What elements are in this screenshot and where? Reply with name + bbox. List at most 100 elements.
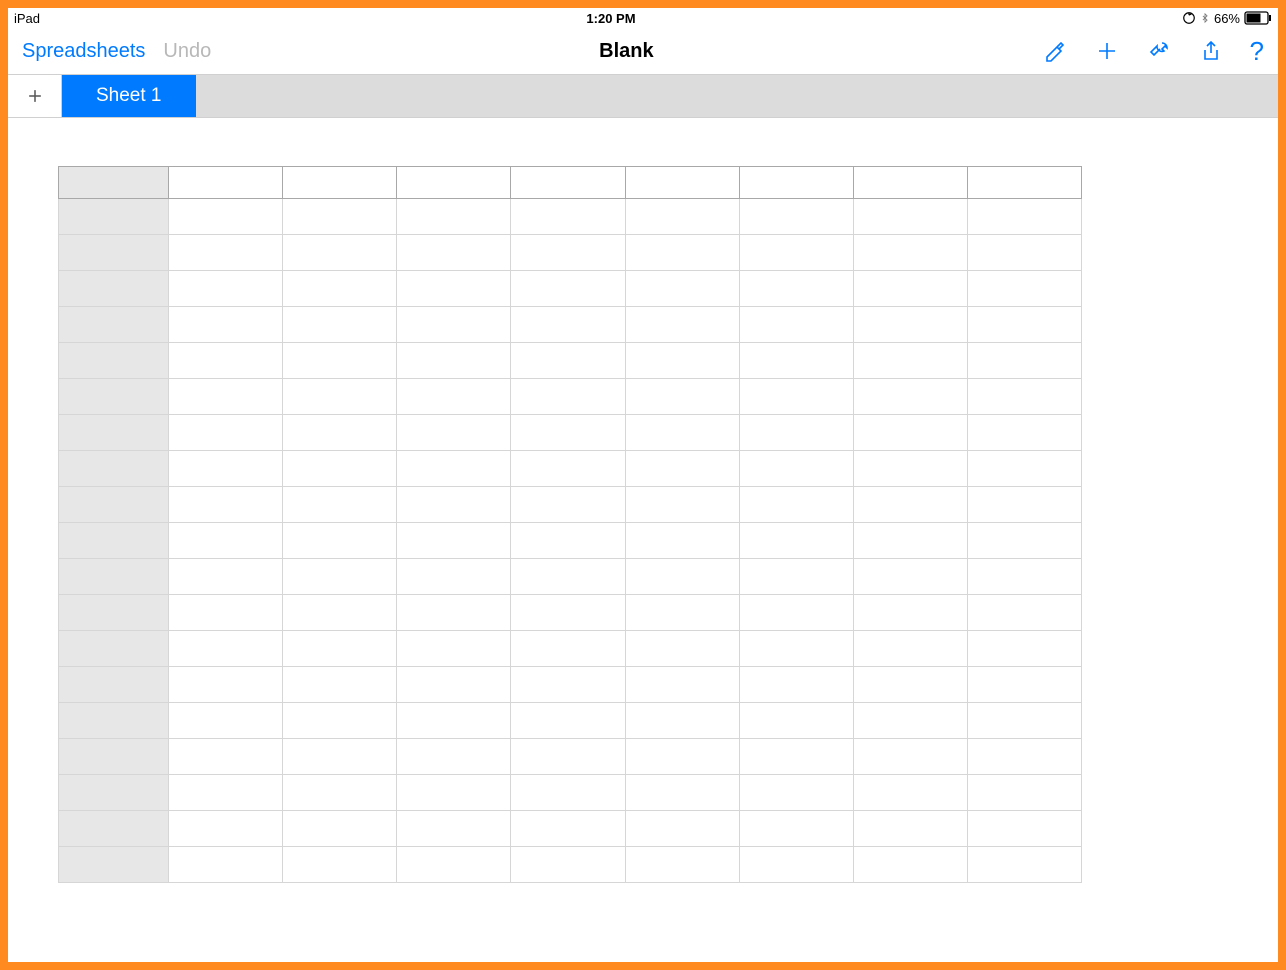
grid-cell[interactable] [283, 343, 397, 379]
grid-cell[interactable] [625, 307, 739, 343]
grid-cell[interactable] [853, 379, 967, 415]
add-sheet-button[interactable] [8, 75, 62, 117]
grid-cell[interactable] [283, 235, 397, 271]
grid-cell[interactable] [625, 235, 739, 271]
grid-cell[interactable] [283, 487, 397, 523]
grid-cell[interactable] [739, 199, 853, 235]
grid-cell[interactable] [283, 775, 397, 811]
grid-cell[interactable] [739, 703, 853, 739]
grid-cell[interactable] [397, 595, 511, 631]
grid-cell[interactable] [169, 775, 283, 811]
grid-cell[interactable] [397, 667, 511, 703]
grid-cell[interactable] [397, 307, 511, 343]
grid-cell[interactable] [967, 703, 1081, 739]
grid-cell[interactable] [625, 451, 739, 487]
grid-cell[interactable] [169, 703, 283, 739]
spreadsheet-canvas[interactable] [8, 118, 1278, 962]
grid-cell[interactable] [397, 235, 511, 271]
column-header-cell[interactable] [169, 167, 283, 199]
grid-cell[interactable] [967, 487, 1081, 523]
row-header-cell[interactable] [59, 811, 169, 847]
grid-cell[interactable] [397, 199, 511, 235]
grid-cell[interactable] [853, 343, 967, 379]
grid-cell[interactable] [283, 631, 397, 667]
grid-cell[interactable] [511, 631, 625, 667]
grid-cell[interactable] [625, 631, 739, 667]
grid-cell[interactable] [967, 667, 1081, 703]
grid-cell[interactable] [511, 379, 625, 415]
grid-cell[interactable] [967, 559, 1081, 595]
grid-cell[interactable] [511, 415, 625, 451]
grid-cell[interactable] [967, 379, 1081, 415]
grid-cell[interactable] [169, 811, 283, 847]
grid-cell[interactable] [511, 451, 625, 487]
row-header-cell[interactable] [59, 379, 169, 415]
grid-cell[interactable] [169, 199, 283, 235]
grid-cell[interactable] [853, 811, 967, 847]
grid-cell[interactable] [967, 847, 1081, 883]
grid-cell[interactable] [511, 595, 625, 631]
row-header-cell[interactable] [59, 307, 169, 343]
row-header-cell[interactable] [59, 631, 169, 667]
grid-cell[interactable] [625, 199, 739, 235]
grid-cell[interactable] [739, 739, 853, 775]
grid-cell[interactable] [169, 235, 283, 271]
grid-cell[interactable] [739, 523, 853, 559]
grid-cell[interactable] [625, 379, 739, 415]
grid-cell[interactable] [511, 523, 625, 559]
grid-cell[interactable] [853, 199, 967, 235]
format-brush-icon[interactable] [1042, 38, 1068, 64]
row-header-cell[interactable] [59, 487, 169, 523]
grid-cell[interactable] [283, 307, 397, 343]
grid-cell[interactable] [283, 523, 397, 559]
grid-cell[interactable] [853, 451, 967, 487]
grid-cell[interactable] [283, 415, 397, 451]
grid-cell[interactable] [169, 451, 283, 487]
column-header-cell[interactable] [967, 167, 1081, 199]
grid-cell[interactable] [397, 847, 511, 883]
grid-cell[interactable] [739, 415, 853, 451]
grid-cell[interactable] [625, 487, 739, 523]
grid-cell[interactable] [853, 523, 967, 559]
grid-cell[interactable] [853, 667, 967, 703]
row-header-cell[interactable] [59, 523, 169, 559]
grid-cell[interactable] [853, 595, 967, 631]
grid-cell[interactable] [169, 667, 283, 703]
grid-cell[interactable] [397, 415, 511, 451]
insert-plus-icon[interactable] [1094, 38, 1120, 64]
grid-cell[interactable] [397, 811, 511, 847]
column-header-cell[interactable] [739, 167, 853, 199]
grid-cell[interactable] [169, 739, 283, 775]
grid-cell[interactable] [625, 775, 739, 811]
corner-header-cell[interactable] [59, 167, 169, 199]
grid-cell[interactable] [511, 847, 625, 883]
grid-cell[interactable] [397, 775, 511, 811]
grid-cell[interactable] [283, 559, 397, 595]
grid-cell[interactable] [397, 559, 511, 595]
grid-cell[interactable] [853, 487, 967, 523]
grid-cell[interactable] [739, 235, 853, 271]
grid-cell[interactable] [853, 775, 967, 811]
row-header-cell[interactable] [59, 703, 169, 739]
grid-cell[interactable] [853, 235, 967, 271]
grid-cell[interactable] [283, 199, 397, 235]
grid-cell[interactable] [967, 595, 1081, 631]
sheet-tab-active[interactable]: Sheet 1 [62, 75, 196, 117]
row-header-cell[interactable] [59, 667, 169, 703]
grid-cell[interactable] [397, 703, 511, 739]
grid-cell[interactable] [625, 847, 739, 883]
grid-cell[interactable] [397, 271, 511, 307]
grid-cell[interactable] [397, 739, 511, 775]
grid-cell[interactable] [853, 271, 967, 307]
grid-cell[interactable] [283, 739, 397, 775]
grid-cell[interactable] [853, 703, 967, 739]
undo-button[interactable]: Undo [163, 40, 211, 63]
row-header-cell[interactable] [59, 271, 169, 307]
grid-cell[interactable] [511, 811, 625, 847]
grid-cell[interactable] [967, 235, 1081, 271]
grid-cell[interactable] [739, 631, 853, 667]
grid-cell[interactable] [283, 379, 397, 415]
grid-cell[interactable] [739, 487, 853, 523]
grid-cell[interactable] [169, 271, 283, 307]
grid-cell[interactable] [853, 631, 967, 667]
